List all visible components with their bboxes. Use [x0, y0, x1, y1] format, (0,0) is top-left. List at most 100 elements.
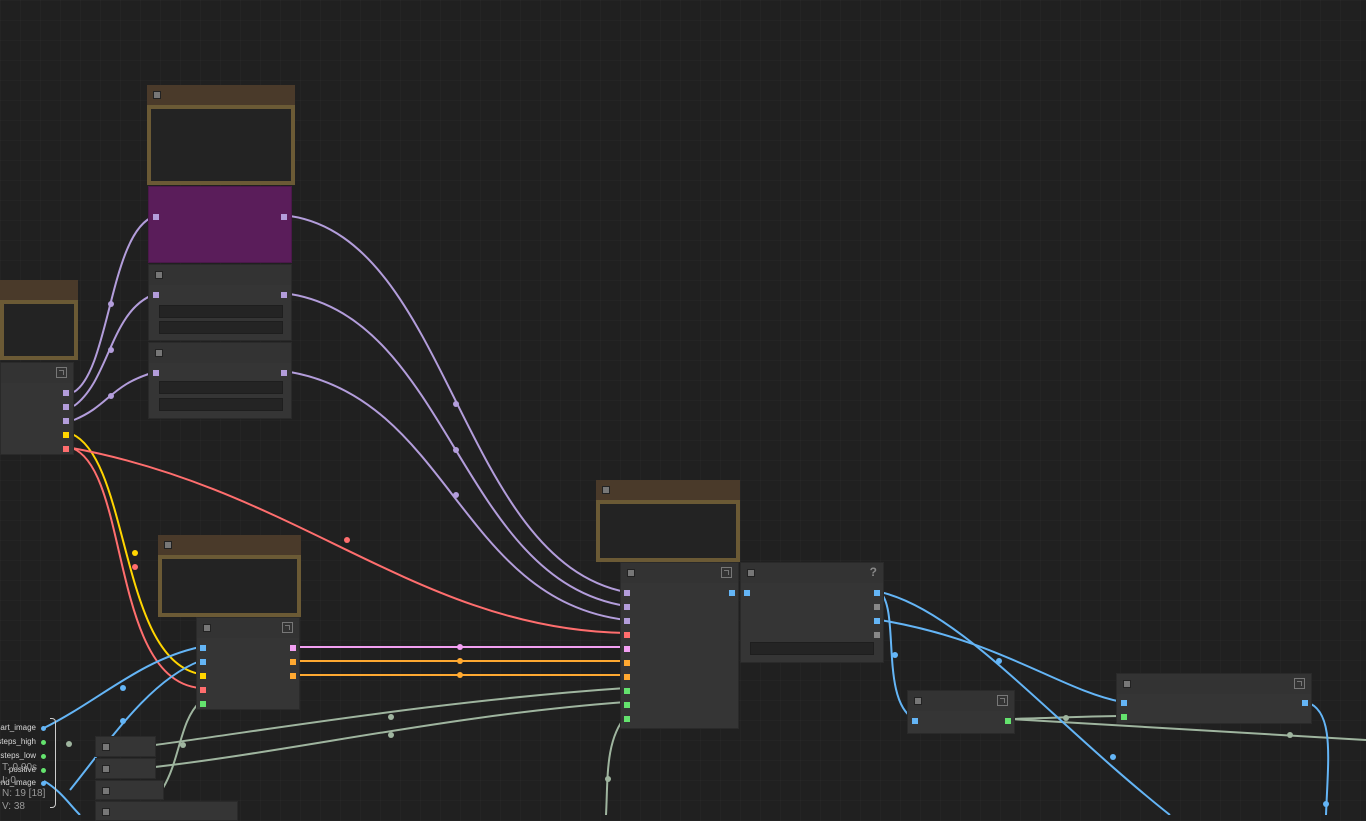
latent-node[interactable]	[148, 342, 292, 419]
input-slot[interactable]	[624, 660, 630, 666]
small-node[interactable]	[95, 780, 164, 800]
input-dot[interactable]	[41, 726, 46, 731]
link-latent[interactable]	[73, 215, 156, 393]
output-slot[interactable]	[290, 673, 296, 679]
note-node[interactable]	[0, 280, 78, 360]
collapse-dot-icon[interactable]	[203, 624, 211, 632]
note-header[interactable]	[596, 480, 740, 500]
input-slot[interactable]	[200, 687, 206, 693]
collapse-dot-icon[interactable]	[155, 271, 163, 279]
node-header[interactable]	[149, 265, 291, 285]
input-slot[interactable]	[200, 701, 206, 707]
collapse-dot-icon[interactable]	[164, 541, 172, 549]
collapse-dot-icon[interactable]	[602, 486, 610, 494]
sampler-node[interactable]	[620, 562, 739, 729]
node-header[interactable]	[1117, 674, 1311, 694]
output-slot[interactable]	[874, 590, 880, 596]
node-header[interactable]	[908, 691, 1014, 711]
widget-field[interactable]	[159, 381, 283, 394]
output-slot[interactable]	[63, 418, 69, 424]
output-slot[interactable]	[281, 370, 287, 376]
node-header[interactable]	[621, 563, 738, 583]
output-slot[interactable]	[281, 214, 287, 220]
input-slot[interactable]	[912, 718, 918, 724]
node-header[interactable]: ?	[741, 563, 883, 583]
node-header[interactable]	[197, 618, 299, 638]
input-slot[interactable]	[624, 632, 630, 638]
output-slot[interactable]	[63, 446, 69, 452]
collapse-dot-icon[interactable]	[102, 787, 110, 795]
widget-field[interactable]	[159, 398, 283, 411]
output-slot[interactable]	[874, 604, 880, 610]
input-slot[interactable]	[153, 370, 159, 376]
expand-icon[interactable]	[1294, 678, 1305, 689]
collapse-dot-icon[interactable]	[155, 349, 163, 357]
output-slot[interactable]	[1302, 700, 1308, 706]
expand-icon[interactable]	[282, 622, 293, 633]
small-node[interactable]	[95, 758, 156, 779]
output-slot[interactable]	[729, 590, 735, 596]
node-header[interactable]	[149, 343, 291, 363]
input-dot[interactable]	[41, 754, 46, 759]
link-latent[interactable]	[73, 293, 156, 407]
output-slot[interactable]	[63, 404, 69, 410]
input-slot[interactable]	[744, 590, 750, 596]
note-node[interactable]	[158, 535, 301, 617]
latent-node[interactable]	[148, 264, 292, 341]
widget-field[interactable]	[159, 321, 283, 334]
note-header[interactable]	[147, 85, 295, 105]
input-slot[interactable]	[624, 688, 630, 694]
collapse-dot-icon[interactable]	[914, 697, 922, 705]
note-header[interactable]	[158, 535, 301, 555]
input-slot[interactable]	[624, 604, 630, 610]
output-slot[interactable]	[281, 292, 287, 298]
collapse-dot-icon[interactable]	[153, 91, 161, 99]
input-slot[interactable]	[153, 292, 159, 298]
output-slot[interactable]	[874, 618, 880, 624]
widget-field[interactable]	[159, 305, 283, 318]
input-slot[interactable]	[200, 673, 206, 679]
input-slot[interactable]	[624, 618, 630, 624]
small-node[interactable]	[95, 801, 238, 821]
collapse-dot-icon[interactable]	[102, 765, 110, 773]
purple-latent-node[interactable]	[148, 186, 292, 263]
expand-icon[interactable]	[721, 567, 732, 578]
input-slot[interactable]	[200, 659, 206, 665]
expand-icon[interactable]	[56, 367, 67, 378]
input-slot[interactable]	[200, 645, 206, 651]
node-header[interactable]	[1, 363, 73, 383]
widget-field[interactable]	[750, 642, 874, 655]
input-slot[interactable]	[624, 646, 630, 652]
input-dot[interactable]	[41, 740, 46, 745]
expand-icon[interactable]	[997, 695, 1008, 706]
input-slot[interactable]	[624, 716, 630, 722]
collapse-dot-icon[interactable]	[1123, 680, 1131, 688]
input-slot[interactable]	[1121, 714, 1127, 720]
help-icon[interactable]: ?	[870, 565, 877, 579]
input-slot[interactable]	[1121, 700, 1127, 706]
output-slot[interactable]	[63, 390, 69, 396]
input-dot[interactable]	[41, 781, 46, 786]
output-slot[interactable]	[290, 645, 296, 651]
collapse-dot-icon[interactable]	[627, 569, 635, 577]
input-slot[interactable]	[153, 214, 159, 220]
note-header[interactable]	[0, 280, 78, 300]
input-slot[interactable]	[624, 702, 630, 708]
link-mask[interactable]	[605, 715, 627, 815]
encode-node[interactable]	[196, 617, 300, 710]
decode-node[interactable]: ?	[740, 562, 884, 663]
input-dot[interactable]	[41, 768, 46, 773]
output-slot[interactable]	[63, 432, 69, 438]
collapse-dot-icon[interactable]	[102, 743, 110, 751]
input-slot[interactable]	[624, 674, 630, 680]
output-slot[interactable]	[874, 632, 880, 638]
collapse-dot-icon[interactable]	[747, 569, 755, 577]
loader-node[interactable]	[0, 362, 74, 455]
image-node[interactable]	[907, 690, 1015, 734]
output-slot[interactable]	[290, 659, 296, 665]
output-slot[interactable]	[1005, 718, 1011, 724]
note-node[interactable]	[147, 85, 295, 185]
note-node[interactable]	[596, 480, 740, 562]
combine-node[interactable]	[1116, 673, 1312, 724]
input-slot[interactable]	[624, 590, 630, 596]
